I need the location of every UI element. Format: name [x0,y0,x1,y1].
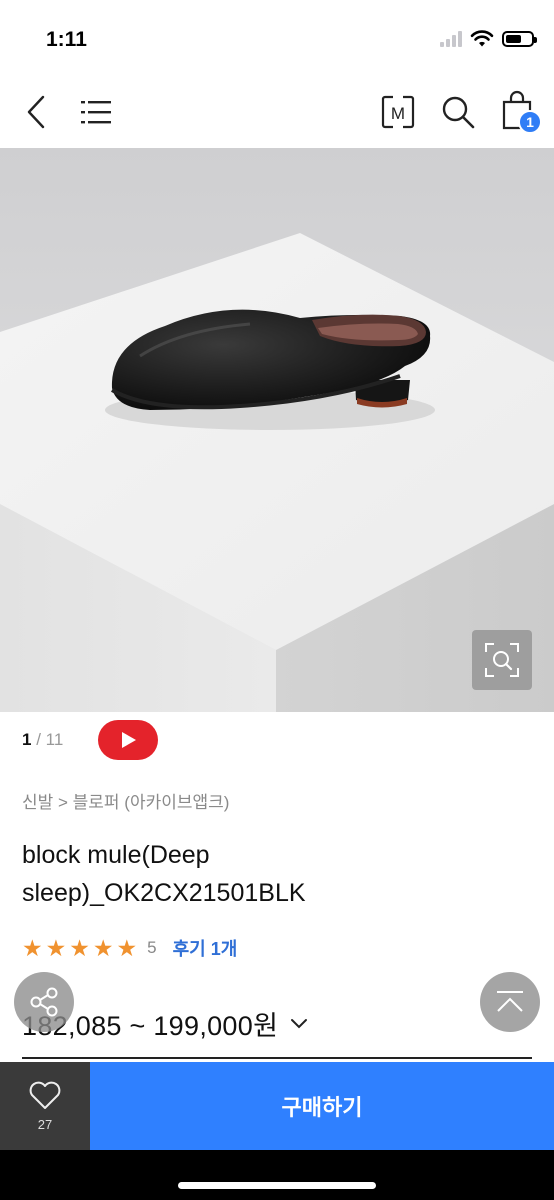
buy-button[interactable]: 구매하기 [90,1062,554,1150]
bottom-action-bar: 27 구매하기 [0,1062,554,1150]
chevron-down-icon [291,1018,308,1028]
battery-icon [502,31,537,47]
status-icons [440,30,537,48]
breadcrumb-category[interactable]: 신발 > 블로퍼 (아카이브앱크) [22,793,229,812]
m-box-icon: M [381,95,415,129]
status-time: 1:11 [46,28,87,51]
breadcrumb: 신발 > 블로퍼 (아카이브앱크) [22,788,229,813]
reviews-link[interactable]: 후기 1개 [173,935,238,961]
star-icon: ★ [92,935,114,961]
status-bar: 1:11 [0,0,554,78]
back-button[interactable] [18,90,54,134]
star-icon: ★ [45,935,67,961]
pager-total: / 11 [36,730,64,749]
top-navigation: M 1 [0,78,554,148]
star-rating: ★ ★ ★ ★ ★ [22,934,137,962]
rating-row: ★ ★ ★ ★ ★ 5 후기 1개 [22,934,237,962]
search-button[interactable] [438,90,478,134]
rating-score: 5 [147,938,157,957]
product-photo [0,148,554,712]
star-icon: ★ [22,935,43,961]
share-button[interactable] [14,972,74,1032]
product-image[interactable] [0,148,554,712]
heart-icon [29,1081,61,1109]
pager-current: 1 [22,730,32,749]
cart-count-badge: 1 [518,110,542,134]
m-button[interactable]: M [380,92,416,132]
wifi-icon [470,30,494,47]
zoom-icon [485,643,519,677]
zoom-button[interactable] [472,630,532,690]
star-icon: ★ [116,935,138,961]
product-title: block mule(Deep sleep)_OK2CX21501BLK [22,841,306,907]
star-icon: ★ [69,935,90,961]
back-icon [27,95,45,129]
m-label: M [391,104,405,123]
like-count: 27 [37,1116,53,1132]
menu-button[interactable] [78,92,114,132]
cart-button[interactable]: 1 [496,88,542,138]
arrow-up-icon [497,991,523,1012]
menu-icon [81,101,111,124]
play-icon [122,732,136,748]
home-indicator-area [0,1150,554,1200]
like-button[interactable]: 27 [0,1062,90,1150]
home-indicator[interactable] [178,1182,376,1189]
signal-icon [440,31,462,47]
image-pager: 1 / 11 [22,730,63,750]
search-icon [442,96,475,129]
scroll-top-button[interactable] [480,972,540,1032]
divider [22,1057,532,1059]
video-button[interactable] [98,720,158,760]
share-icon [30,987,58,1017]
